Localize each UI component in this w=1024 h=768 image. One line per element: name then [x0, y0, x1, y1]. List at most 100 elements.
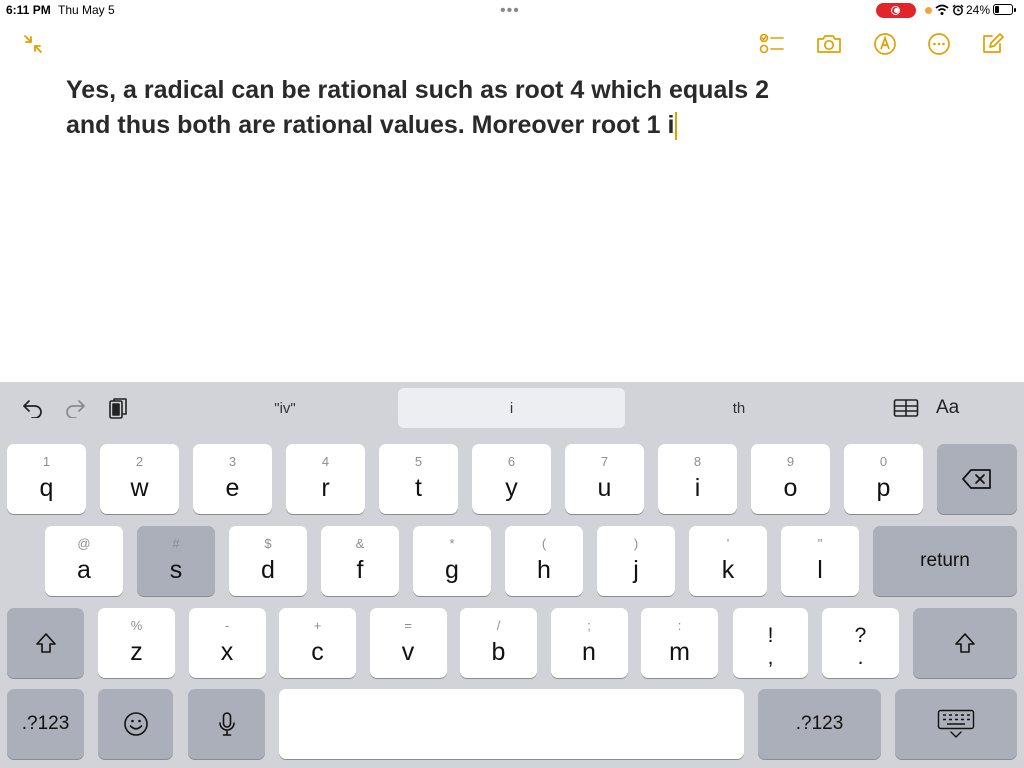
key-m[interactable]: :m: [641, 608, 718, 678]
key-k[interactable]: ' k: [689, 526, 767, 596]
key-n[interactable]: ; n: [550, 608, 628, 678]
key-secondary-char: ": [817, 536, 823, 551]
key-secondary-char: +: [313, 618, 322, 633]
table-icon[interactable]: [892, 396, 920, 420]
key-s[interactable]: # s: [137, 526, 215, 596]
suggestion-right[interactable]: th: [674, 388, 804, 428]
key-secondary-char: (: [541, 536, 547, 551]
key-secondary-char: 3: [228, 454, 237, 469]
dictation-key[interactable]: [188, 689, 265, 759]
key-primary-char: t: [415, 474, 422, 502]
format-button[interactable]: Aa: [936, 397, 959, 419]
key-top-char: !: [767, 624, 774, 647]
key-x[interactable]: -x: [188, 608, 266, 678]
redo-icon[interactable]: [63, 396, 87, 420]
key-b[interactable]: / b: [460, 608, 537, 678]
key-t[interactable]: 5t: [379, 444, 458, 514]
key-top-char: ?: [854, 624, 867, 647]
numbers-key-left[interactable]: .?123: [7, 689, 84, 759]
key-primary-char: b: [491, 638, 506, 666]
key-primary-char: a: [77, 556, 91, 584]
camera-icon[interactable]: [816, 31, 842, 57]
multitasking-dots[interactable]: •••: [500, 2, 520, 20]
key-r[interactable]: 4r: [286, 444, 365, 514]
keyboard-dismiss-icon: [895, 689, 1017, 759]
key-primary-char: d: [261, 556, 275, 584]
key-secondary-char: 1: [42, 454, 51, 469]
key-p[interactable]: 0p: [844, 444, 923, 514]
delete-key[interactable]: [937, 444, 1017, 514]
key-secondary-char: 6: [507, 454, 516, 469]
key-z[interactable]: % z: [98, 608, 175, 678]
key-f[interactable]: & f: [321, 526, 399, 596]
key-secondary-char: 7: [600, 454, 609, 469]
key-e[interactable]: 3e: [193, 444, 272, 514]
key-u[interactable]: 7u: [565, 444, 644, 514]
key-o[interactable]: 9o: [751, 444, 830, 514]
key-bottom-char: .: [857, 646, 864, 669]
key-primary-char: e: [225, 474, 240, 502]
markup-pen-icon[interactable]: [872, 31, 898, 57]
key-primary-char: c: [311, 638, 324, 666]
return-key[interactable]: return: [873, 526, 1017, 596]
space-bar[interactable]: [279, 689, 744, 759]
emoji-key[interactable]: [98, 689, 173, 759]
key-primary-char: z: [130, 638, 143, 666]
collapse-icon[interactable]: [20, 31, 46, 57]
key-primary-char: j: [633, 556, 639, 584]
shift-key-right[interactable]: [913, 608, 1017, 678]
key-primary-char: m: [669, 638, 690, 666]
key-primary-char: r: [321, 474, 330, 502]
key-primary-char: v: [401, 638, 415, 666]
status-time: 6:11 PM: [6, 3, 51, 17]
key-secondary-char: #: [172, 536, 180, 551]
recording-dot-icon: [894, 8, 899, 13]
more-icon[interactable]: [926, 31, 952, 57]
key-secondary-char: 5: [414, 454, 423, 469]
numbers-label: .?123: [21, 713, 70, 734]
key-c[interactable]: + c: [279, 608, 356, 678]
shift-key-left[interactable]: [7, 608, 84, 678]
paste-icon[interactable]: [106, 396, 130, 420]
battery-icon: [993, 4, 1016, 15]
key-secondary-char: 4: [321, 454, 330, 469]
note-text-area[interactable]: Yes, a radical can be rational such as r…: [66, 73, 826, 143]
key-a[interactable]: @ a: [45, 526, 123, 596]
status-bar: 6:11 PM Thu May 5 ••• 24%: [0, 0, 1024, 22]
key-g[interactable]: * g: [413, 526, 491, 596]
key-primary-char: q: [39, 474, 54, 502]
microphone-icon: [188, 689, 265, 759]
suggestion-left[interactable]: "iv": [220, 388, 350, 428]
key-secondary-char: -: [224, 618, 230, 633]
key-y[interactable]: 6y: [472, 444, 551, 514]
emoji-icon: [98, 689, 173, 759]
shortcut-bar: "iv" i th Aa: [0, 382, 1024, 434]
key-primary-char: k: [721, 556, 735, 584]
key-question-period[interactable]: ? .: [822, 608, 899, 678]
key-bottom-char: ,: [767, 646, 774, 669]
microphone-indicator-icon: [925, 7, 932, 14]
return-label: return: [920, 550, 970, 571]
key-d[interactable]: $ d: [229, 526, 307, 596]
dismiss-keyboard-key[interactable]: [895, 689, 1017, 759]
compose-icon[interactable]: [980, 31, 1006, 57]
key-v[interactable]: = v: [369, 608, 447, 678]
delete-icon: [937, 444, 1017, 514]
suggestion-center[interactable]: i: [398, 388, 625, 428]
shift-icon: [913, 608, 1017, 678]
key-secondary-char: *: [449, 536, 455, 551]
checklist-icon[interactable]: [759, 31, 785, 57]
key-l[interactable]: " l: [781, 526, 859, 596]
keyboard: "iv" i th Aa 1q2w3e4r5t6y7u8i9o0p @ a # s $ d…: [0, 382, 1024, 768]
undo-icon[interactable]: [21, 396, 45, 420]
numbers-label: .?123: [795, 713, 844, 734]
key-h[interactable]: (h: [505, 526, 583, 596]
numbers-key-right[interactable]: .?123: [758, 689, 881, 759]
key-secondary-char: 9: [786, 454, 795, 469]
key-secondary-char: ): [633, 536, 639, 551]
key-exclamation-comma[interactable]: ! ,: [733, 608, 808, 678]
key-j[interactable]: ) j: [597, 526, 675, 596]
key-q[interactable]: 1q: [7, 444, 86, 514]
key-i[interactable]: 8i: [658, 444, 737, 514]
key-w[interactable]: 2w: [100, 444, 179, 514]
